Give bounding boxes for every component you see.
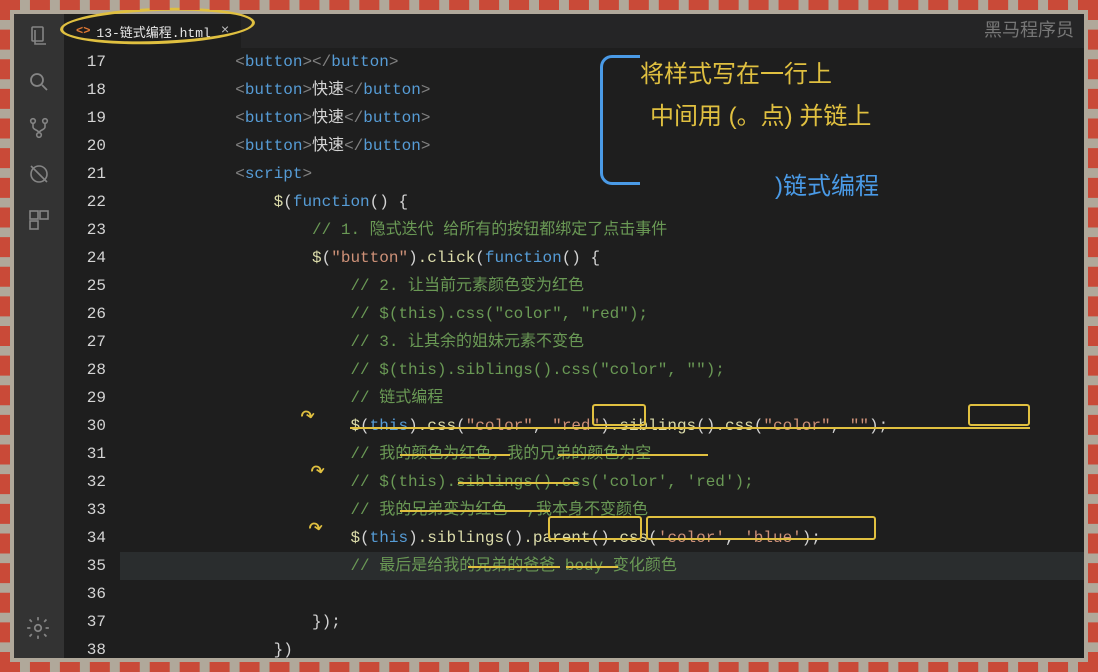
code-line: // 我的兄弟变为红色 ,我本身不变颜色 <box>120 496 1084 524</box>
code-editor[interactable]: 1718192021222324252627282930313233343536… <box>64 48 1084 658</box>
code-line: // 3. 让其余的姐妹元素不变色 <box>120 328 1084 356</box>
code-line: // 1. 隐式迭代 给所有的按钮都绑定了点击事件 <box>120 216 1084 244</box>
code-line: // $(this).siblings().css('color', 'red'… <box>120 468 1084 496</box>
html-lang-icon: <> <box>76 24 90 38</box>
extensions-icon[interactable] <box>25 206 53 234</box>
explorer-icon[interactable] <box>25 22 53 50</box>
editor-window: <> 13-链式编程.html × 1718192021222324252627… <box>14 14 1084 658</box>
code-line: // 最后是给我的兄弟的爸爸 body 变化颜色 <box>120 552 1084 580</box>
code-line: // 我的颜色为红色，我的兄弟的颜色为空 <box>120 440 1084 468</box>
line-number: 33 <box>64 496 106 524</box>
code-line: // $(this).css("color", "red"); <box>120 300 1084 328</box>
line-number: 24 <box>64 244 106 272</box>
line-number: 17 <box>64 48 106 76</box>
line-number: 21 <box>64 160 106 188</box>
editor-main: <> 13-链式编程.html × 1718192021222324252627… <box>64 14 1084 658</box>
line-number: 29 <box>64 384 106 412</box>
line-number: 35 <box>64 552 106 580</box>
code-line: $(this).siblings().parent().css('color',… <box>120 524 1084 552</box>
code-line: <button>快速</button> <box>120 132 1084 160</box>
close-icon[interactable]: × <box>221 24 229 38</box>
code-line: // 2. 让当前元素颜色变为红色 <box>120 272 1084 300</box>
settings-gear-icon[interactable] <box>24 614 52 642</box>
debug-icon[interactable] <box>25 160 53 188</box>
line-number-gutter: 1718192021222324252627282930313233343536… <box>64 48 120 658</box>
line-number: 23 <box>64 216 106 244</box>
source-control-icon[interactable] <box>25 114 53 142</box>
line-number: 32 <box>64 468 106 496</box>
code-line: // 链式编程 <box>120 384 1084 412</box>
tab-filename: 13-链式编程.html <box>96 22 210 41</box>
code-line: }); <box>120 608 1084 636</box>
line-number: 36 <box>64 580 106 608</box>
line-number: 31 <box>64 440 106 468</box>
code-line: $(function() { <box>120 188 1084 216</box>
line-number: 38 <box>64 636 106 658</box>
code-line: $(this).css("color", "red").siblings().c… <box>120 412 1084 440</box>
activity-bar <box>14 14 64 658</box>
line-number: 27 <box>64 328 106 356</box>
line-number: 26 <box>64 300 106 328</box>
line-number: 34 <box>64 524 106 552</box>
line-number: 30 <box>64 412 106 440</box>
code-line: }) <box>120 636 1084 658</box>
code-content: <button></button> <button>快速</button> <b… <box>120 48 1084 658</box>
search-icon[interactable] <box>25 68 53 96</box>
code-line: // $(this).siblings().css("color", ""); <box>120 356 1084 384</box>
line-number: 25 <box>64 272 106 300</box>
code-line: <script> <box>120 160 1084 188</box>
code-line: $("button").click(function() { <box>120 244 1084 272</box>
line-number: 22 <box>64 188 106 216</box>
code-line: <button>快速</button> <box>120 104 1084 132</box>
line-number: 28 <box>64 356 106 384</box>
tab-bar: <> 13-链式编程.html × <box>64 14 1084 48</box>
watermark-text: 黑马程序员 <box>984 16 1074 42</box>
code-line: <button></button> <box>120 48 1084 76</box>
code-line: <button>快速</button> <box>120 76 1084 104</box>
file-tab[interactable]: <> 13-链式编程.html × <box>64 14 241 48</box>
line-number: 37 <box>64 608 106 636</box>
code-line <box>120 580 1084 608</box>
line-number: 19 <box>64 104 106 132</box>
line-number: 20 <box>64 132 106 160</box>
line-number: 18 <box>64 76 106 104</box>
